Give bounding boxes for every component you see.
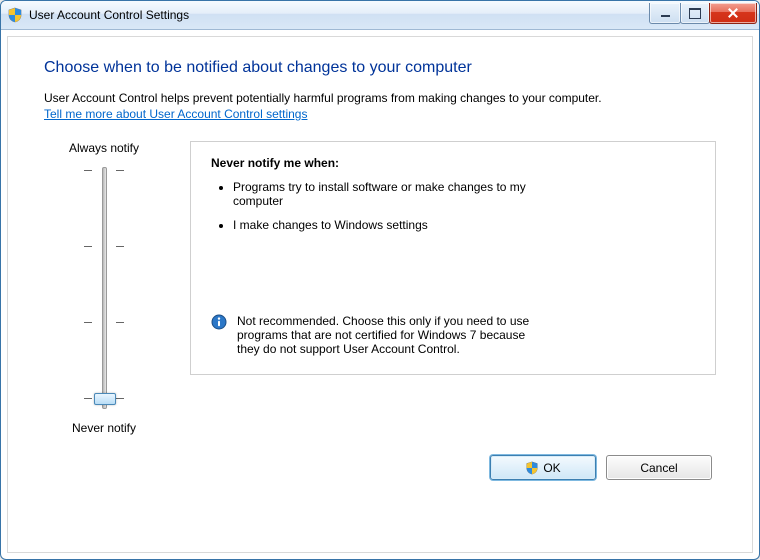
recommendation-text: Not recommended. Choose this only if you… bbox=[237, 314, 551, 356]
notification-level-slider[interactable] bbox=[78, 161, 130, 415]
level-bullet-list: Programs try to install software or make… bbox=[211, 180, 695, 242]
slider-tick bbox=[116, 170, 124, 171]
slider-tick bbox=[116, 398, 124, 399]
slider-label-bottom: Never notify bbox=[72, 421, 136, 435]
help-link[interactable]: Tell me more about User Account Control … bbox=[44, 107, 716, 121]
info-column: Never notify me when: Programs try to in… bbox=[190, 141, 716, 435]
page-heading: Choose when to be notified about changes… bbox=[44, 59, 716, 77]
cancel-button[interactable]: Cancel bbox=[606, 455, 712, 480]
settings-body: Always notify Never notify Never notify … bbox=[44, 141, 716, 435]
slider-tick bbox=[116, 322, 124, 323]
level-description-box: Never notify me when: Programs try to in… bbox=[190, 141, 716, 375]
slider-tick bbox=[84, 170, 92, 171]
uac-shield-icon bbox=[525, 461, 539, 475]
slider-tick bbox=[116, 246, 124, 247]
cancel-button-label: Cancel bbox=[640, 461, 677, 475]
titlebar[interactable]: User Account Control Settings bbox=[1, 1, 759, 30]
uac-shield-icon bbox=[7, 7, 23, 23]
close-icon bbox=[727, 7, 739, 19]
ok-button-label: OK bbox=[543, 461, 560, 475]
slider-thumb[interactable] bbox=[94, 393, 116, 405]
content-panel: Choose when to be notified about changes… bbox=[7, 36, 753, 553]
minimize-button[interactable] bbox=[649, 3, 681, 24]
level-bullet: Programs try to install software or make… bbox=[233, 180, 543, 208]
window-title: User Account Control Settings bbox=[29, 8, 650, 22]
slider-label-top: Always notify bbox=[69, 141, 139, 155]
maximize-icon bbox=[689, 8, 701, 19]
dialog-buttons: OK Cancel bbox=[44, 455, 716, 480]
maximize-button[interactable] bbox=[680, 3, 710, 24]
slider-tick bbox=[84, 246, 92, 247]
recommendation: Not recommended. Choose this only if you… bbox=[211, 314, 551, 356]
level-title: Never notify me when: bbox=[211, 156, 695, 170]
page-description: User Account Control helps prevent poten… bbox=[44, 91, 716, 105]
slider-tick bbox=[84, 322, 92, 323]
info-icon bbox=[211, 314, 227, 330]
slider-track bbox=[102, 167, 107, 409]
window-controls bbox=[650, 3, 757, 23]
close-button[interactable] bbox=[709, 3, 757, 24]
slider-column: Always notify Never notify bbox=[44, 141, 164, 435]
minimize-icon bbox=[661, 15, 670, 17]
slider-tick bbox=[84, 398, 92, 399]
client-area: Choose when to be notified about changes… bbox=[1, 30, 759, 559]
ok-button[interactable]: OK bbox=[490, 455, 596, 480]
window-frame: User Account Control Settings Choose whe… bbox=[0, 0, 760, 560]
level-bullet: I make changes to Windows settings bbox=[233, 218, 543, 232]
